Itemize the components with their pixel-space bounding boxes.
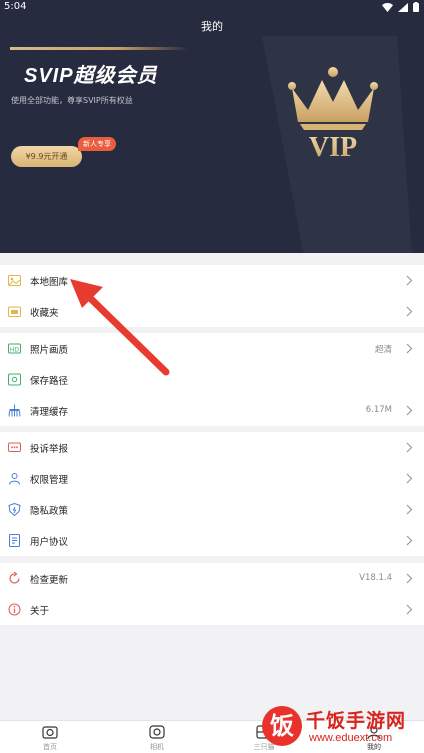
gallery-section: 本地图库 收藏夹 [0,265,424,327]
list-item-value: V18.1.4 [359,573,392,583]
permission-icon [9,473,20,485]
nav-label: 首页 [43,743,57,751]
list-item-label: 保存路径 [30,376,69,387]
vip-crown-icon: VIP [288,67,378,163]
list-item-label: 本地图库 [30,277,69,288]
list-item-user-agreement[interactable]: 用户协议 [0,525,424,556]
image-icon [8,275,21,286]
list-item-label: 投诉举报 [30,444,69,455]
vip-title: SVIP超级会员 [24,65,158,87]
list-item-photo-quality[interactable]: HD 照片画质 超清 [0,333,424,364]
list-item-about[interactable]: 关于 [0,594,424,625]
list-item-label: 照片画质 [30,345,69,356]
chevron-right-icon [406,306,413,317]
list-item-label: 收藏夹 [30,308,59,319]
camera-icon [149,725,165,739]
vip-emblem-text: VIP [309,132,357,163]
chevron-right-icon [406,573,413,584]
broom-icon [8,404,21,417]
report-icon [8,442,21,452]
nav-camera[interactable]: 相机 [127,724,187,752]
list-item-report[interactable]: 投诉举报 [0,432,424,463]
list-item-permissions[interactable]: 权限管理 [0,463,424,494]
signal-icon [398,2,408,12]
list-item-favorites[interactable]: 收藏夹 [0,296,424,327]
folder-icon [8,306,21,317]
home-camera-icon [42,726,58,739]
legal-section: 投诉举报 权限管理 隐私政策 用户协议 [0,432,424,556]
list-item-label: 权限管理 [30,475,69,486]
list-item-local-gallery[interactable]: 本地图库 [0,265,424,296]
list-item-label: 清理缓存 [30,407,69,418]
list-item-value: 6.17M [365,405,392,415]
info-icon [8,603,21,616]
save-path-icon [8,373,21,386]
site-watermark: 饭 千饭手游网 www.eduext.com [262,704,424,753]
watermark-url: www.eduext.com [309,732,393,744]
update-icon [9,572,20,584]
storage-section: HD 照片画质 超清 保存路径 清理缓存 6.17M [0,333,424,426]
list-item-clear-cache[interactable]: 清理缓存 6.17M [0,395,424,426]
list-item-check-update[interactable]: 检查更新 V18.1.4 [0,563,424,594]
status-bar: 5:04 [0,0,424,16]
vip-subtitle: 使用全部功能，尊享SVIP所有权益 [11,96,133,105]
new-user-badge: 新人专享 [78,137,116,151]
gold-divider [10,47,188,50]
chevron-right-icon [406,405,413,416]
open-vip-button[interactable]: ¥9.9元开通 [11,146,82,167]
list-item-label: 关于 [30,606,50,617]
status-time: 5:04 [4,1,27,12]
nav-label: 相机 [150,743,164,751]
chevron-right-icon [406,343,413,354]
chevron-right-icon [406,604,413,615]
chevron-right-icon [406,442,413,453]
chevron-right-icon [406,504,413,515]
nav-home[interactable]: 首页 [20,724,80,752]
list-item-label: 隐私政策 [30,506,69,517]
chevron-right-icon [406,535,413,546]
status-icons [382,2,419,12]
watermark-logo: 饭 [262,706,302,746]
list-item-label: 检查更新 [30,575,69,586]
svg-text:HD: HD [10,347,20,354]
list-item-label: 用户协议 [30,537,69,548]
shield-icon [8,503,21,516]
chevron-right-icon [406,473,413,484]
wifi-icon [382,2,393,12]
list-item-value: 超清 [374,345,392,355]
list-item-save-path[interactable]: 保存路径 [0,364,424,395]
about-section: 检查更新 V18.1.4 关于 [0,563,424,625]
chevron-right-icon [406,275,413,286]
hd-icon: HD [8,343,21,354]
agreement-icon [9,534,20,547]
watermark-name: 千饭手游网 [306,710,407,732]
list-item-privacy-policy[interactable]: 隐私政策 [0,494,424,525]
page-title: 我的 [201,20,223,33]
battery-icon [413,2,419,12]
vip-header: 5:04 我的 SVIP超级会员 使用全部功能，尊享SVIP所有权益 ¥9.9元… [0,0,424,253]
